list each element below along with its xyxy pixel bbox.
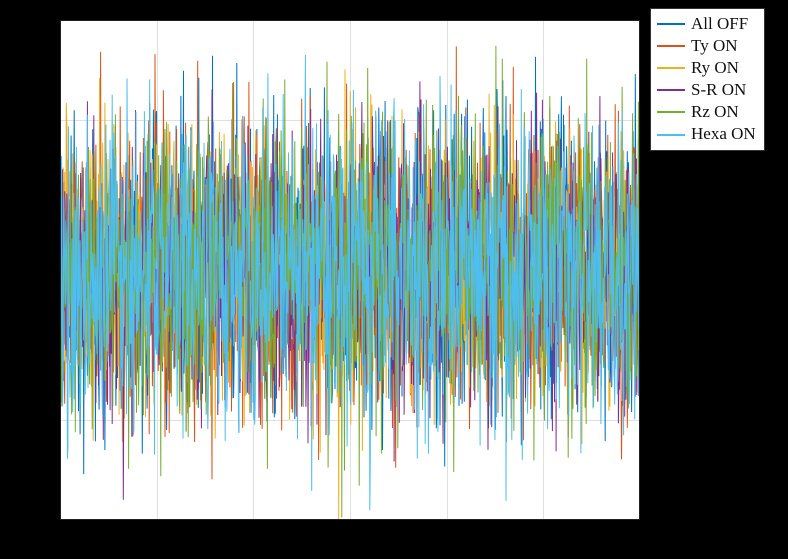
legend: All OFFTy ONRy ONS-R ONRz ONHexa ON (650, 8, 765, 151)
legend-swatch-icon (657, 111, 685, 113)
legend-entry: Ry ON (657, 57, 756, 79)
legend-label: S-R ON (691, 79, 746, 101)
legend-entry: Hexa ON (657, 123, 756, 145)
legend-label: All OFF (691, 13, 748, 35)
legend-entry: Rz ON (657, 101, 756, 123)
legend-swatch-icon (657, 89, 685, 91)
series-layer (60, 20, 640, 520)
legend-entry: S-R ON (657, 79, 756, 101)
legend-swatch-icon (657, 134, 685, 136)
legend-swatch-icon (657, 23, 685, 25)
legend-entry: All OFF (657, 13, 756, 35)
legend-label: Hexa ON (691, 123, 756, 145)
chart-container: All OFFTy ONRy ONS-R ONRz ONHexa ON (0, 0, 788, 559)
plot-area (60, 20, 640, 520)
legend-label: Ty ON (691, 35, 738, 57)
legend-label: Rz ON (691, 101, 739, 123)
legend-swatch-icon (657, 67, 685, 69)
legend-swatch-icon (657, 45, 685, 47)
legend-label: Ry ON (691, 57, 739, 79)
legend-entry: Ty ON (657, 35, 756, 57)
